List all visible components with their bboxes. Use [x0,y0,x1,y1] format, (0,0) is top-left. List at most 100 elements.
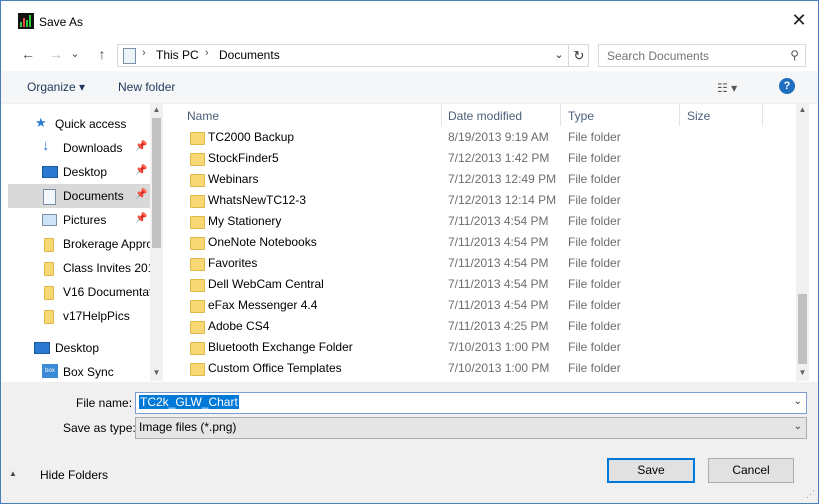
file-name-value[interactable]: TC2k_GLW_Chart [139,395,239,409]
file-name-field[interactable]: TC2k_GLW_Chart ⌄ [135,392,807,414]
sidebar-item-desktop[interactable]: Desktop 📌 [8,160,150,184]
sidebar-scroll-thumb[interactable] [152,118,161,248]
save-form: File name: TC2k_GLW_Chart ⌄ Save as type… [1,382,818,503]
sidebar-item-label: Documents [63,189,124,203]
save-button[interactable]: Save [607,458,695,483]
sidebar-item-label: Desktop [63,165,108,179]
search-input[interactable] [605,47,779,65]
app-icon [18,13,34,29]
list-item[interactable]: Favorites 7/11/2013 4:54 PM File folder [184,253,784,274]
list-item[interactable]: Bluetooth Exchange Folder 7/10/2013 1:00 … [184,337,784,358]
address-bar[interactable]: › This PC › Documents ⌄ ↻ [117,44,589,67]
list-item[interactable]: OneNote Notebooks 7/11/2013 4:54 PM File f… [184,232,784,253]
scroll-up-arrow-icon[interactable]: ▲ [150,104,163,116]
sidebar-item-pictures[interactable]: Pictures 📌 [8,208,150,232]
title-bar: Save As ✕ [1,1,818,41]
sidebar-item-v16-documentation[interactable]: V16 Documentation [8,280,150,304]
folder-icon [190,279,205,292]
address-dropdown-icon[interactable]: ⌄ [550,45,568,66]
back-arrow-icon[interactable]: ← [19,45,37,63]
list-item[interactable]: Adobe CS4 7/11/2013 4:25 PM File folder [184,316,784,337]
folder-icon [190,342,205,355]
window-title: Save As [39,15,84,29]
sidebar-item-desktop-root[interactable]: Desktop [8,336,150,360]
column-header-name[interactable]: Name [187,109,219,123]
list-item[interactable]: Webinars 7/12/2013 12:49 PM File folder [184,169,784,190]
item-type: File folder [568,214,621,228]
scroll-down-arrow-icon[interactable]: ▼ [150,367,163,379]
folder-icon [44,238,54,252]
refresh-icon[interactable]: ↻ [568,45,589,66]
scroll-up-arrow-icon[interactable]: ▲ [796,104,809,116]
hide-folders-label: Hide Folders [40,468,109,482]
file-list-scroll-thumb[interactable] [798,294,807,364]
chevron-down-icon[interactable]: ⌄ [794,396,802,407]
item-type: File folder [568,130,621,144]
sidebar-item-quick-access[interactable]: ★ Quick access [8,112,150,136]
folder-icon [190,237,205,250]
change-view-icon[interactable]: ☷ ▾ [717,81,737,95]
list-item[interactable]: TC2000 Backup 8/19/2013 9:19 AM File folde… [184,127,784,148]
column-header-date-modified[interactable]: Date modified [448,109,522,123]
recent-locations-icon[interactable]: ⌄ [69,45,81,63]
save-as-type-value: Image files (*.png) [139,420,237,434]
folder-icon [190,132,205,145]
search-box[interactable]: ⚲ [598,44,806,67]
list-item[interactable]: Custom Office Templates 7/10/2013 1:00 PM… [184,358,784,379]
list-item[interactable]: My Stationery 7/11/2013 4:54 PM File folde… [184,211,784,232]
new-folder-button[interactable]: New folder [118,80,175,94]
file-list-scrollbar[interactable]: ▲ ▼ [796,104,809,381]
item-name: Custom Office Templates [208,361,342,375]
column-divider[interactable] [679,104,680,126]
list-item[interactable]: WhatsNewTC12-3 7/12/2013 12:14 PM File fol… [184,190,784,211]
hide-folders-button[interactable]: ▲ Hide Folders [9,468,109,482]
column-divider[interactable] [441,104,442,126]
up-arrow-icon[interactable]: ↑ [93,45,111,63]
breadcrumb-this-pc[interactable]: This PC [156,48,199,62]
column-header-type[interactable]: Type [568,109,594,123]
sidebar-item-downloads[interactable]: ↓ Downloads 📌 [8,136,150,160]
sidebar-item-v17helppics[interactable]: v17HelpPics [8,304,150,328]
folder-icon [190,153,205,166]
command-toolbar: Organize ▾ New folder ☷ ▾ ? [1,71,818,104]
breadcrumb-documents[interactable]: Documents [219,48,280,62]
forward-arrow-icon[interactable]: → [47,45,65,63]
resize-grip-icon[interactable]: ⋰ [806,489,815,500]
sidebar-item-label: Desktop [55,341,100,355]
sidebar-item-brokerage-approval[interactable]: Brokerage Approval [8,232,150,256]
navigation-pane: ★ Quick access ↓ Downloads 📌 Desktop 📌 D… [8,104,164,381]
column-header-size[interactable]: Size [687,109,710,123]
scroll-down-arrow-icon[interactable]: ▼ [796,367,809,379]
column-divider[interactable] [762,104,763,126]
desktop-icon [34,342,50,354]
sidebar-scrollbar[interactable]: ▲ ▼ [150,104,163,381]
column-divider[interactable] [560,104,561,126]
list-item[interactable]: Dell WebCam Central 7/11/2013 4:54 PM File… [184,274,784,295]
item-date: 7/11/2013 4:25 PM [448,319,549,333]
sidebar-item-box-sync[interactable]: box Box Sync [8,360,150,381]
cancel-button[interactable]: Cancel [708,458,794,483]
folder-icon [44,262,54,276]
desktop-icon [42,166,58,178]
close-icon[interactable]: ✕ [788,9,810,31]
item-type: File folder [568,151,621,165]
item-date: 7/11/2013 4:54 PM [448,256,549,270]
item-date: 7/10/2013 1:00 PM [448,361,550,375]
sidebar-item-documents[interactable]: Documents 📌 [8,184,150,208]
sidebar-item-class-invites[interactable]: Class Invites 2017 [8,256,150,280]
item-date: 7/11/2013 4:54 PM [448,235,549,249]
item-date: 7/12/2013 12:14 PM [448,193,557,207]
item-date: 7/11/2013 4:54 PM [448,298,549,312]
item-name: Webinars [208,172,259,186]
organize-button[interactable]: Organize ▾ [27,80,85,94]
list-item[interactable]: StockFinder5 7/12/2013 1:42 PM File folder [184,148,784,169]
pin-icon: 📌 [135,213,148,224]
download-arrow-icon: ↓ [42,137,50,154]
help-icon[interactable]: ? [779,78,795,94]
item-type: File folder [568,340,621,354]
chevron-down-icon[interactable]: ⌄ [794,421,802,432]
save-as-type-select[interactable]: Image files (*.png) ⌄ [135,417,807,439]
list-item[interactable]: eFax Messenger 4.4 7/11/2013 4:54 PM File … [184,295,784,316]
breadcrumb-separator: › [205,47,209,59]
item-name: OneNote Notebooks [208,235,317,249]
